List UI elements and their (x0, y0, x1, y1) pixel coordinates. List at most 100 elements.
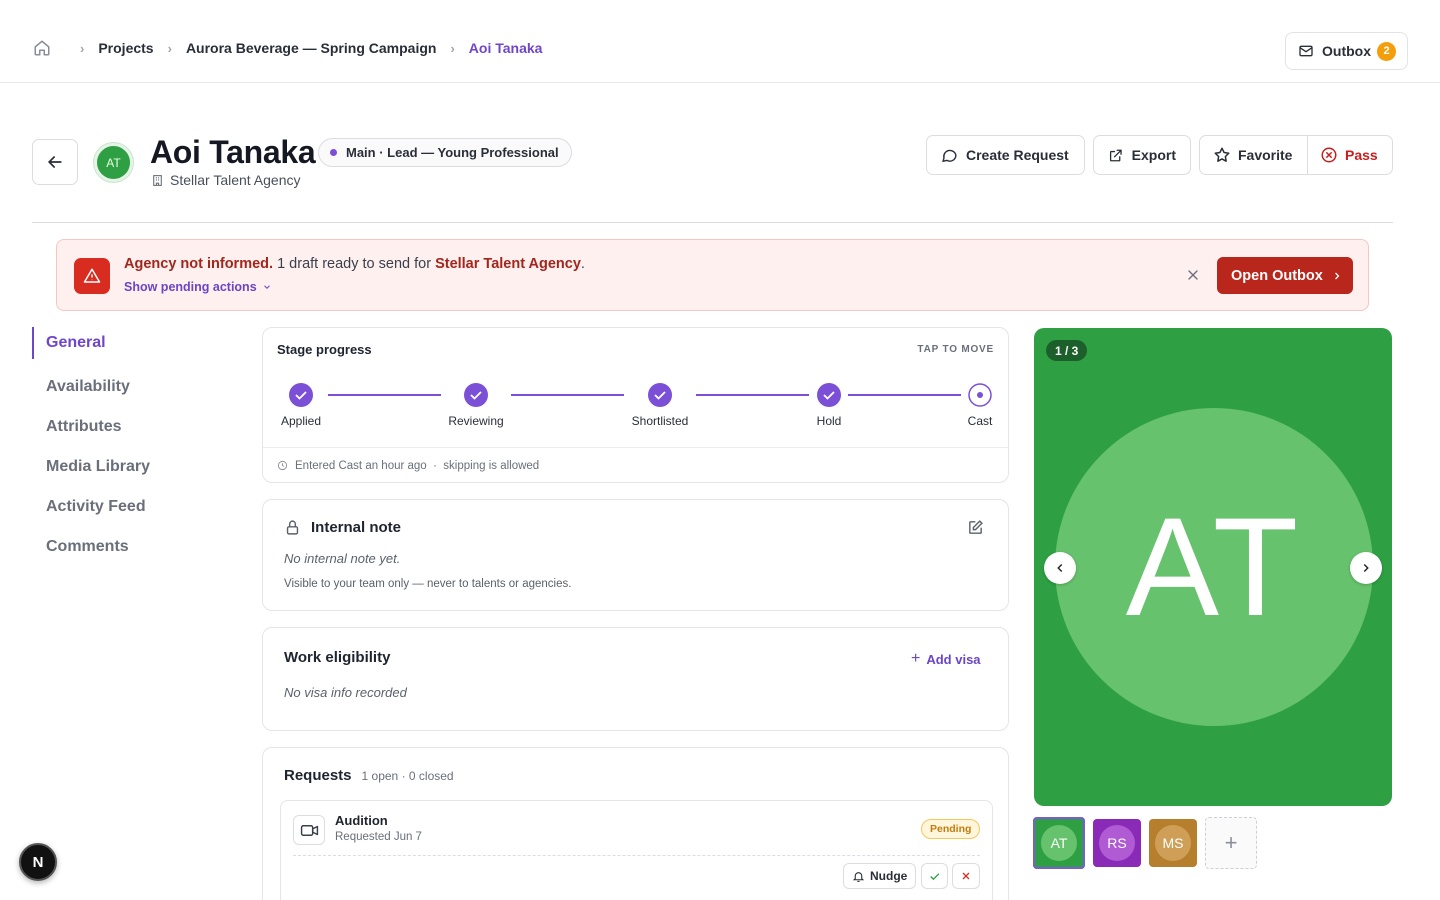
status-dot (330, 149, 337, 156)
create-request-label: Create Request (966, 147, 1069, 163)
favorite-label: Favorite (1238, 147, 1293, 163)
approve-button[interactable] (921, 863, 948, 889)
agency-alert: Agency not informed. 1 draft ready to se… (56, 239, 1369, 311)
media-thumbnail[interactable]: RS (1093, 819, 1141, 867)
request-divider (293, 855, 980, 856)
edit-icon[interactable] (967, 519, 984, 536)
plus-icon: + (911, 650, 921, 667)
request-date: Requested Jun 7 (335, 831, 422, 843)
add-media-button[interactable]: + (1205, 817, 1257, 869)
alert-triangle-icon (74, 258, 110, 294)
chevron-left-icon (1057, 563, 1063, 573)
chevron-right-icon (1363, 563, 1369, 573)
alert-period: . (580, 256, 585, 272)
breadcrumb-project[interactable]: Aurora Beverage — Spring Campaign (186, 40, 437, 56)
media-thumbnails: AT RS MS + (1033, 817, 1265, 869)
close-icon[interactable] (1185, 267, 1201, 283)
stage-footer-text: Entered Cast an hour ago · skipping is a… (295, 459, 540, 472)
requests-summary: 1 open · 0 closed (361, 769, 454, 783)
back-button[interactable] (32, 139, 78, 185)
header-divider (32, 222, 1393, 223)
alert-message: Agency not informed. 1 draft ready to se… (124, 256, 585, 272)
breadcrumb-current: Aoi Tanaka (468, 40, 543, 56)
media-thumbnail[interactable]: MS (1149, 819, 1197, 867)
pass-button[interactable]: Pass (1308, 136, 1392, 174)
nav-item-general[interactable]: General (32, 327, 150, 359)
arrow-left-icon (47, 156, 62, 168)
section-nav: General Availability Attributes Media Li… (32, 327, 150, 567)
avatar: AT (94, 143, 133, 182)
thumbnail-initials: AT (1041, 825, 1077, 861)
decline-button[interactable] (952, 863, 980, 889)
role-badge: Main · Lead — Young Professional (318, 138, 572, 167)
agency-line: Stellar Talent Agency (151, 172, 301, 188)
stage-track (289, 383, 992, 407)
nav-item-comments[interactable]: Comments (32, 527, 150, 567)
export-label: Export (1131, 147, 1176, 163)
open-outbox-button[interactable]: Open Outbox (1217, 257, 1353, 294)
internal-note-header: Internal note (284, 519, 401, 536)
requests-header: Requests 1 open · 0 closed (284, 767, 454, 784)
mail-icon (1299, 45, 1313, 57)
pass-label: Pass (1345, 147, 1378, 163)
chevron-right-icon: › (450, 40, 455, 56)
star-icon (1214, 147, 1230, 162)
home-icon[interactable] (32, 38, 52, 58)
breadcrumb: › Projects › Aurora Beverage — Spring Ca… (32, 38, 542, 58)
add-visa-button[interactable]: + Add visa (911, 650, 981, 668)
work-eligibility-card: Work eligibility + Add visa No visa info… (262, 627, 1009, 731)
internal-note-title: Internal note (311, 519, 402, 536)
thumbnail-initials: RS (1099, 825, 1135, 861)
create-request-button[interactable]: Create Request (926, 135, 1085, 175)
work-eligibility-title: Work eligibility (284, 649, 391, 666)
stage-progress-card: Stage progress TAP TO MOVE Applied Revie… (262, 327, 1009, 483)
internal-note-empty: No internal note yet. (284, 551, 401, 566)
chevron-right-icon: › (80, 40, 85, 56)
video-icon (293, 815, 325, 845)
requests-card: Requests 1 open · 0 closed Audition Requ… (262, 747, 1009, 900)
stage-label-hold: Hold (816, 414, 842, 428)
alert-strong: Agency not informed. (124, 256, 274, 272)
role-label: Main · Lead — Young Professional (346, 145, 559, 160)
stage-label-shortlisted: Shortlisted (631, 414, 689, 428)
stage-step-shortlisted[interactable] (648, 383, 672, 407)
stage-step-applied[interactable] (289, 383, 313, 407)
chevron-right-icon: › (167, 40, 172, 56)
media-prev-button[interactable] (1044, 552, 1076, 584)
agency-name: Stellar Talent Agency (170, 172, 301, 188)
nav-item-attributes[interactable]: Attributes (32, 407, 150, 447)
stage-label-applied: Applied (280, 414, 322, 428)
devtools-button[interactable]: N (19, 843, 57, 881)
building-icon (153, 174, 162, 186)
media-viewer: 1 / 3 AT (1034, 328, 1392, 806)
favorite-button[interactable]: Favorite (1200, 136, 1308, 174)
clock-icon (277, 460, 288, 471)
alert-text: 1 draft ready to send for (277, 256, 432, 272)
outbox-label: Outbox (1322, 43, 1371, 59)
stage-step-hold[interactable] (817, 383, 841, 407)
request-item[interactable]: Audition Requested Jun 7 Pending Nudge (280, 800, 993, 900)
chevron-down-icon (263, 285, 270, 289)
nav-item-availability[interactable]: Availability (32, 367, 150, 407)
breadcrumb-projects[interactable]: Projects (98, 40, 153, 56)
show-pending-actions-link[interactable]: Show pending actions (124, 280, 272, 294)
nav-item-media-library[interactable]: Media Library (32, 447, 150, 487)
outbox-button[interactable]: Outbox 2 (1285, 32, 1408, 70)
nudge-button[interactable]: Nudge (843, 863, 916, 889)
nav-item-activity-feed[interactable]: Activity Feed (32, 487, 150, 527)
internal-note-visibility: Visible to your team only — never to tal… (284, 578, 572, 590)
internal-note-card: Internal note No internal note yet. Visi… (262, 499, 1009, 611)
export-button[interactable]: Export (1093, 135, 1191, 175)
check-icon (930, 872, 940, 880)
bell-icon (852, 871, 865, 882)
x-circle-icon (1321, 147, 1337, 163)
open-outbox-label: Open Outbox (1231, 267, 1323, 284)
stage-label-cast: Cast (967, 414, 993, 428)
stage-step-reviewing[interactable] (464, 383, 488, 407)
media-next-button[interactable] (1350, 552, 1382, 584)
stage-footer: Entered Cast an hour ago · skipping is a… (263, 447, 1008, 483)
stage-label-reviewing: Reviewing (448, 414, 504, 428)
stage-step-cast[interactable] (968, 383, 992, 407)
media-thumbnail[interactable]: AT (1033, 817, 1085, 869)
pending-link-label: Show pending actions (124, 280, 257, 294)
